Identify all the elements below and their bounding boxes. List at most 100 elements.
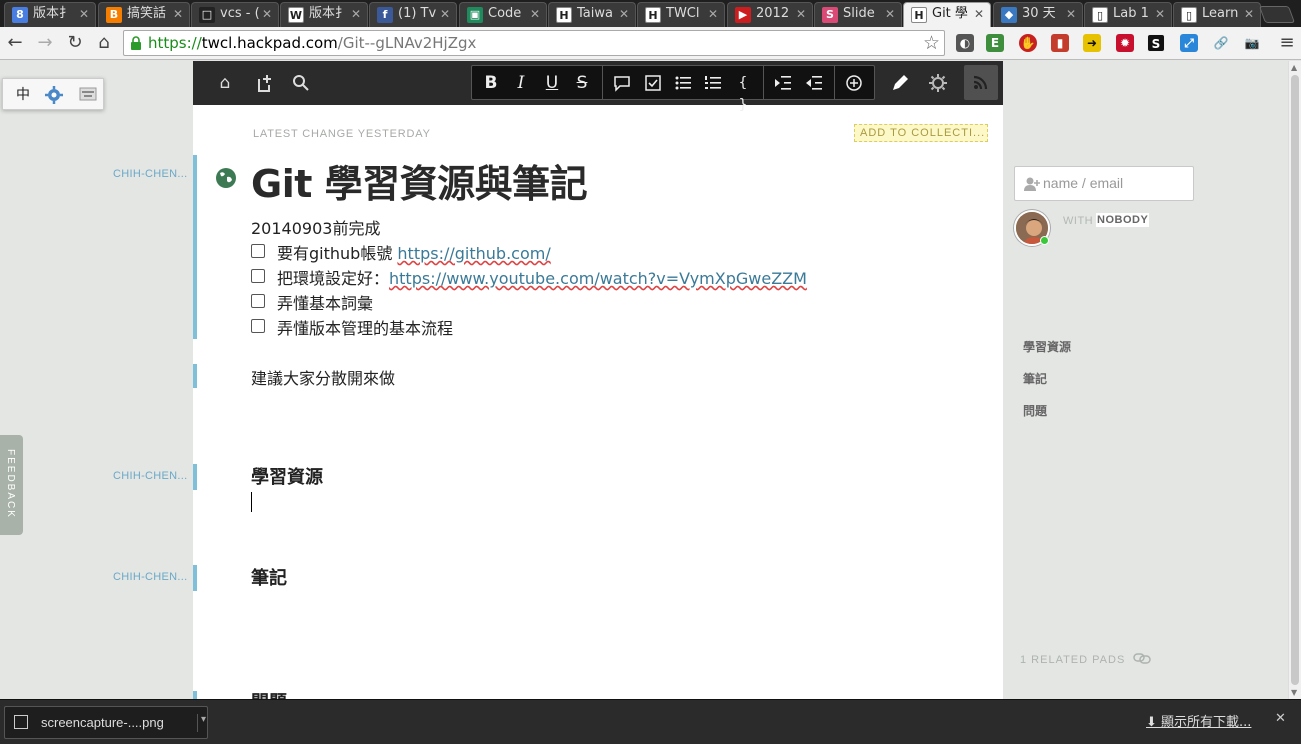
youtube-link[interactable]: https://www.youtube.com/watch?v=VymXpGwe… [389, 269, 807, 288]
chevron-down-icon[interactable]: ▾ [197, 714, 206, 732]
pad-title[interactable]: Git 學習資源與筆記 [251, 153, 588, 208]
suggestion-text[interactable]: 建議大家分散開來做 [251, 365, 395, 389]
tab-close-icon[interactable]: ✕ [796, 3, 806, 25]
author-label[interactable]: CHIH-CHEN... [113, 571, 188, 583]
browser-tab[interactable]: ▣ Code ✕ [459, 2, 547, 27]
tab-close-icon[interactable]: ✕ [1244, 3, 1254, 25]
browser-tab[interactable]: □ vcs - (✕ [191, 2, 279, 27]
feedback-tab[interactable]: FEEDBACK [0, 435, 23, 535]
italic-icon[interactable]: I [510, 72, 532, 94]
adblock-icon[interactable]: ✋ [1019, 34, 1037, 52]
section-heading-notes[interactable]: 筆記 [251, 564, 287, 590]
browser-tab[interactable]: ▯ Learn ✕ [1173, 2, 1261, 27]
browser-tab[interactable]: ◆ 30 天 ✕ [993, 2, 1083, 27]
globe-icon[interactable] [215, 167, 237, 189]
author-label[interactable]: CHIH-CHEN... [113, 470, 188, 482]
numbered-list-icon[interactable] [702, 72, 724, 94]
tab-close-icon[interactable]: ✕ [619, 3, 629, 25]
menu-icon[interactable]: ≡ [1276, 32, 1298, 54]
tab-close-icon[interactable]: ✕ [885, 3, 895, 25]
browser-tab[interactable]: H TWCl ✕ [637, 2, 725, 27]
scroll-down-arrow[interactable]: ▼ [1291, 688, 1297, 697]
task-checkbox[interactable] [251, 319, 265, 333]
task-checkbox[interactable] [251, 244, 265, 258]
bullet-list-icon[interactable] [672, 72, 694, 94]
invite-input[interactable]: name / email [1014, 166, 1194, 201]
settings-gear-icon[interactable] [928, 73, 948, 93]
tab-close-icon[interactable]: ✕ [440, 3, 450, 25]
browser-tab[interactable]: f (1) Tv ✕ [369, 2, 457, 27]
home-icon[interactable]: ⌂ [93, 32, 115, 54]
new-pad-icon[interactable] [255, 73, 275, 93]
browser-tab[interactable]: H Taiwa ✕ [548, 2, 636, 27]
extension-icon[interactable]: ◐ [956, 34, 974, 52]
rss-feed-button[interactable] [964, 65, 998, 100]
task-item[interactable]: 弄懂基本詞彙 [277, 290, 373, 314]
download-item[interactable]: screencapture-....png ▾ [4, 706, 208, 739]
bold-icon[interactable]: B [480, 72, 502, 94]
browser-tab[interactable]: B 搞笑話 ✕ [98, 2, 190, 27]
edit-pencil-icon[interactable] [890, 73, 910, 93]
browser-tab[interactable]: 8 版本扌 ✕ [4, 2, 96, 27]
scroll-thumb[interactable] [1291, 75, 1299, 685]
tab-close-icon[interactable]: ✕ [79, 3, 89, 25]
code-icon[interactable]: { } [732, 72, 754, 113]
tab-close-icon[interactable]: ✕ [530, 3, 540, 25]
task-checkbox[interactable] [251, 269, 265, 283]
book-extension-icon[interactable]: ▮ [1051, 34, 1069, 52]
back-icon[interactable]: ← [4, 32, 26, 54]
toc-item-resources[interactable]: 學習資源 [1023, 338, 1071, 355]
author-label[interactable]: CHIH-CHEN... [113, 168, 188, 180]
toc-item-notes[interactable]: 筆記 [1023, 370, 1047, 387]
checklist-icon[interactable] [642, 72, 664, 94]
task-checkbox[interactable] [251, 294, 265, 308]
outdent-icon[interactable] [803, 72, 825, 94]
evernote-extension-icon[interactable]: E [986, 34, 1004, 52]
show-all-downloads-link[interactable]: ⬇ 顯示所有下載... [1146, 711, 1251, 730]
browser-tab[interactable]: S Slide ✕ [814, 2, 902, 27]
comment-icon[interactable] [611, 72, 633, 94]
ime-settings-icon[interactable] [44, 85, 64, 105]
intro-text[interactable]: 20140903前完成 [251, 215, 380, 239]
address-bar[interactable]: https://twcl.hackpad.com/Git--gLNAv2HjZg… [123, 30, 945, 56]
task-item[interactable]: 要有github帳號 https://github.com/ [277, 240, 551, 264]
toc-item-questions[interactable]: 問題 [1023, 402, 1047, 419]
close-icon[interactable]: ✕ [1275, 711, 1286, 726]
tab-active[interactable]: H Git 學 ✕ [903, 2, 991, 27]
tab-close-icon[interactable]: ✕ [351, 3, 361, 25]
related-pads-link[interactable]: 1 RELATED PADS [1020, 654, 1125, 666]
section-heading-resources[interactable]: 學習資源 [251, 463, 323, 489]
task-item[interactable]: 弄懂版本管理的基本流程 [277, 315, 453, 339]
bug-extension-icon[interactable]: ✹ [1116, 34, 1134, 52]
browser-tab[interactable]: ▯ Lab 1 ✕ [1084, 2, 1172, 27]
forward-icon[interactable]: → [34, 32, 56, 54]
home-icon[interactable]: ⌂ [215, 73, 235, 93]
browser-tab[interactable]: ▶ 2012 ✕ [727, 2, 813, 27]
tab-close-icon[interactable]: ✕ [173, 3, 183, 25]
tab-close-icon[interactable]: ✕ [708, 3, 718, 25]
reload-icon[interactable]: ↻ [64, 32, 86, 54]
underline-icon[interactable]: U [541, 72, 563, 94]
insert-icon[interactable] [843, 72, 865, 94]
new-tab-button[interactable] [1258, 6, 1296, 23]
github-link[interactable]: https://github.com/ [397, 244, 550, 263]
expand-extension-icon[interactable]: ⤢ [1180, 34, 1198, 52]
link-extension-icon[interactable]: 🔗 [1212, 34, 1230, 52]
tab-close-icon[interactable]: ✕ [262, 3, 272, 25]
camera-extension-icon[interactable]: 📷 [1243, 34, 1261, 52]
section-heading-questions[interactable]: 問題 [251, 688, 287, 699]
scroll-up-arrow[interactable]: ▲ [1291, 63, 1297, 72]
tab-close-icon[interactable]: ✕ [1155, 3, 1165, 25]
s-extension-icon[interactable]: S [1147, 34, 1165, 52]
link-icon[interactable] [1133, 651, 1151, 665]
tab-close-icon[interactable]: ✕ [974, 3, 984, 25]
arrow-extension-icon[interactable]: ➜ [1083, 34, 1101, 52]
strikethrough-icon[interactable]: S [571, 72, 593, 94]
add-to-collection-button[interactable]: ADD TO COLLECTI... [854, 124, 988, 142]
ime-mode[interactable]: 中 [16, 84, 30, 104]
indent-icon[interactable] [772, 72, 794, 94]
browser-tab[interactable]: W 版本扌 ✕ [280, 2, 368, 27]
page-scrollbar[interactable]: ▲ ▼ [1288, 61, 1301, 699]
ime-keyboard-icon[interactable] [79, 86, 97, 102]
bookmark-star-icon[interactable]: ☆ [923, 32, 940, 54]
